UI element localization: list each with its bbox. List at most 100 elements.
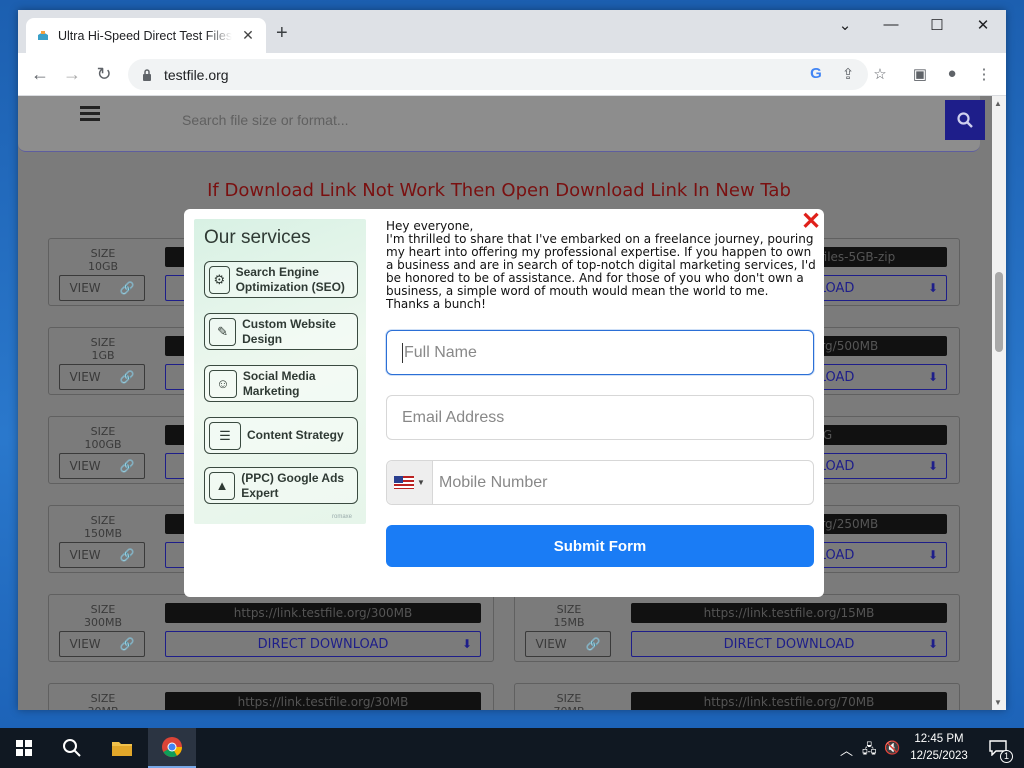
- more-menu-icon[interactable]: ⋮: [974, 65, 994, 83]
- direct-download-button[interactable]: DIRECT DOWNLOAD ⬇: [165, 631, 481, 657]
- file-card: SIZE 300MB VIEW 🔗 https://link.testfile.org…: [48, 594, 494, 662]
- clock-time: 12:45 PM: [914, 733, 964, 745]
- network-icon[interactable]: 🖧: [862, 740, 877, 762]
- view-button[interactable]: VIEW 🔗: [59, 364, 145, 390]
- full-name-field[interactable]: Full Name: [386, 330, 814, 375]
- service-label: (PPC) Google Ads Expert: [241, 470, 345, 500]
- country-code-selector[interactable]: ▼: [387, 461, 433, 504]
- reload-icon[interactable]: ↻: [92, 63, 116, 85]
- site-search-input[interactable]: Search file size or format...: [182, 112, 349, 128]
- share-icon[interactable]: ⇪: [838, 65, 858, 83]
- tab-close-icon[interactable]: ✕: [240, 27, 256, 44]
- view-button[interactable]: VIEW 🔗: [59, 542, 145, 568]
- service-item-seo: ⚙ Search Engine Optimization (SEO): [204, 261, 358, 298]
- submit-form-button[interactable]: Submit Form: [386, 525, 814, 567]
- download-icon: ⬇: [927, 281, 938, 295]
- service-label: Search Engine Optimization (SEO): [235, 264, 345, 294]
- service-item-content-strategy: ☰ Content Strategy: [204, 417, 358, 454]
- link-icon: 🔗: [119, 459, 135, 473]
- google-lens-icon[interactable]: G: [806, 65, 826, 82]
- windows-taskbar: ︿ 🖧 🔇 12:45 PM 12/25/2023 1: [0, 728, 1024, 768]
- start-button[interactable]: [0, 728, 48, 768]
- service-item-web-design: ✎ Custom Website Design: [204, 313, 358, 350]
- tab-search-icon[interactable]: ⌄: [822, 16, 868, 34]
- view-button[interactable]: VIEW 🔗: [59, 631, 145, 657]
- modal-message: Hey everyone, I'm thrilled to share that…: [386, 220, 816, 311]
- back-arrow-icon[interactable]: ←: [28, 63, 52, 85]
- view-button[interactable]: VIEW 🔗: [59, 453, 145, 479]
- download-icon: ⬇: [927, 548, 938, 562]
- tray-expand-icon[interactable]: ︿: [840, 740, 853, 759]
- maximize-button[interactable]: ☐: [914, 16, 960, 34]
- watermark: romaxe: [331, 514, 352, 520]
- seo-icon: ⚙: [209, 265, 230, 294]
- email-field[interactable]: Email Address: [386, 395, 814, 440]
- file-size-label: SIZE 70MB: [553, 692, 584, 710]
- page-scrollbar[interactable]: ▲ ▼: [992, 96, 1006, 710]
- file-size-label: SIZE 300MB: [83, 603, 123, 629]
- tab-active[interactable]: Ultra Hi-Speed Direct Test Files Do ✕: [26, 18, 266, 53]
- file-link-text[interactable]: https://link.testfile.org/15MB: [631, 603, 947, 623]
- file-size-label: SIZE 1GB: [90, 336, 116, 362]
- bookmark-star-icon[interactable]: ☆: [870, 65, 890, 83]
- new-tab-button[interactable]: +: [276, 23, 288, 43]
- direct-download-label: DIRECT DOWNLOAD: [723, 636, 855, 652]
- browser-toolbar: ← → ↻ testfile.org G ⇪ ☆ ▣ ● ⋮: [18, 53, 1006, 96]
- message-body: I'm thrilled to share that I've embarked…: [386, 232, 816, 298]
- clock-date: 12/25/2023: [910, 750, 968, 762]
- service-label: Content Strategy: [247, 428, 344, 442]
- tab-bar: Ultra Hi-Speed Direct Test Files Do ✕ + …: [18, 10, 1006, 53]
- chrome-icon: [162, 737, 183, 758]
- scrollbar-thumb[interactable]: [995, 272, 1003, 352]
- mobile-number-field[interactable]: ▼ Mobile Number: [386, 460, 814, 505]
- view-button[interactable]: VIEW 🔗: [59, 275, 145, 301]
- taskbar-clock[interactable]: 12:45 PM 12/25/2023: [906, 731, 972, 765]
- profile-avatar-icon[interactable]: ●: [942, 65, 962, 82]
- address-bar[interactable]: testfile.org G ⇪ ☆: [128, 59, 887, 90]
- chrome-taskbar-button[interactable]: [148, 728, 196, 768]
- download-icon: ⬇: [927, 370, 938, 384]
- forward-arrow-icon[interactable]: →: [60, 63, 84, 85]
- file-card: SIZE 70MBVIEW🔗https://link.testfile.org/…: [514, 683, 960, 710]
- view-label: VIEW: [69, 548, 101, 562]
- notification-center-button[interactable]: 1: [980, 728, 1016, 768]
- tab-title: Ultra Hi-Speed Direct Test Files Do: [58, 28, 232, 43]
- minimize-button[interactable]: —: [868, 16, 914, 33]
- link-icon: 🔗: [119, 370, 135, 384]
- hamburger-menu-icon[interactable]: [80, 106, 100, 121]
- file-size-label: SIZE 15MB: [553, 603, 585, 629]
- scroll-up-arrow-icon[interactable]: ▲: [994, 99, 1002, 108]
- lock-icon: [143, 68, 151, 81]
- taskbar-search-button[interactable]: [48, 728, 96, 768]
- close-window-button[interactable]: ✕: [960, 16, 1006, 34]
- file-explorer-button[interactable]: [98, 728, 146, 768]
- services-panel: Our services ⚙ Search Engine Optimizatio…: [194, 219, 366, 524]
- file-size-label: SIZE 100GB: [84, 425, 122, 451]
- download-notice-banner: If Download Link Not Work Then Open Down…: [207, 180, 791, 201]
- link-icon: 🔗: [119, 637, 135, 651]
- view-button[interactable]: VIEW 🔗: [525, 631, 611, 657]
- scroll-down-arrow-icon[interactable]: ▼: [994, 698, 1002, 707]
- file-card: SIZE 30MBVIEW🔗https://link.testfile.org/…: [48, 683, 494, 710]
- view-label: VIEW: [69, 637, 101, 651]
- side-panel-icon[interactable]: ▣: [910, 65, 930, 83]
- download-icon: ⬇: [461, 637, 472, 651]
- search-icon: [957, 112, 973, 128]
- url-text: testfile.org: [164, 66, 229, 83]
- site-search-button[interactable]: [945, 100, 985, 140]
- file-link-text[interactable]: https://link.testfile.org/300MB: [165, 603, 481, 623]
- folder-icon: [112, 742, 132, 756]
- dropdown-caret-icon: ▼: [417, 478, 425, 487]
- services-title: Our services: [204, 227, 311, 248]
- file-link-text[interactable]: https://link.testfile.org/70MB: [631, 692, 947, 710]
- email-placeholder: Email Address: [402, 408, 505, 426]
- volume-icon[interactable]: 🔇: [884, 740, 900, 756]
- link-icon: 🔗: [119, 548, 135, 562]
- direct-download-button[interactable]: DIRECT DOWNLOAD ⬇: [631, 631, 947, 657]
- view-label: VIEW: [69, 459, 101, 473]
- google-ads-icon: ▲: [209, 471, 236, 500]
- service-label: Social Media Marketing: [242, 368, 316, 398]
- freelance-contact-modal: Our services ⚙ Search Engine Optimizatio…: [184, 209, 824, 597]
- us-flag-icon: [394, 476, 415, 489]
- file-link-text[interactable]: https://link.testfile.org/30MB: [165, 692, 481, 710]
